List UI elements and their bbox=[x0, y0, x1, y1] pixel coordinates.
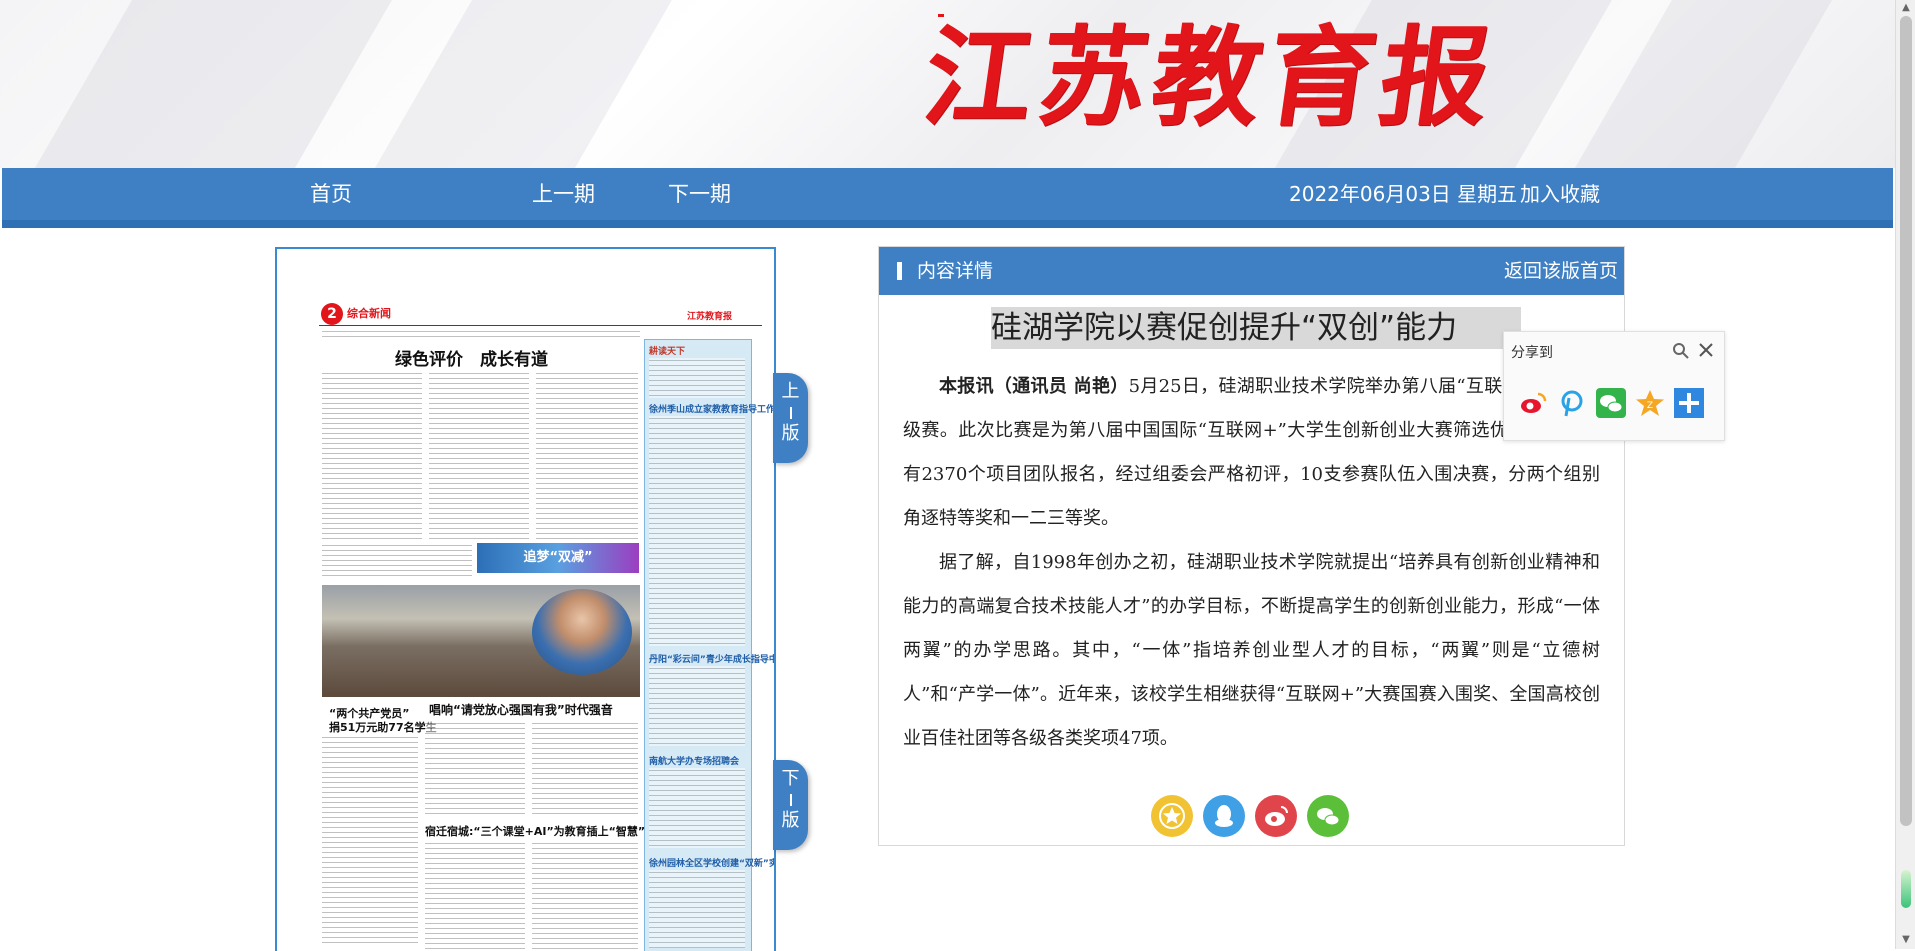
header-marker bbox=[897, 262, 902, 280]
sub-headline-bottom[interactable]: 宿迁宿城:“三个课堂+AI”为教育插上“智慧”翅膀 bbox=[425, 823, 667, 839]
bg-facet bbox=[1556, 0, 1844, 168]
newspaper-logo[interactable]: 江苏教育报 bbox=[916, 15, 1504, 141]
page-banner[interactable]: 追梦“双减” bbox=[477, 543, 639, 573]
next-page-tab-label-2: 版 bbox=[781, 810, 800, 831]
article-lead: 本报讯（通讯员 尚艳） bbox=[939, 376, 1129, 397]
tab-divider bbox=[789, 407, 792, 419]
sidebar-title: 南航大学办专场招聘会 bbox=[649, 757, 740, 767]
bg-facet bbox=[344, 0, 696, 168]
article-text-block[interactable] bbox=[429, 371, 529, 539]
article-text-block[interactable] bbox=[532, 721, 638, 817]
masthead-banner: 江苏教育报 bbox=[0, 0, 1895, 168]
star-icon[interactable] bbox=[1151, 795, 1193, 837]
sidebar-title: 徐州季山成立家教教育指导工作站 bbox=[649, 405, 776, 415]
article-paragraph-text: 5月25日，硅湖职业技术学院举办第八届“互联网+”线上校级赛。此次比赛是为第八届… bbox=[903, 376, 1600, 529]
page-headline[interactable]: 绿色评价 成长有道 bbox=[395, 345, 548, 370]
article-text-block[interactable] bbox=[322, 371, 422, 539]
article-body: 本报讯（通讯员 尚艳）5月25日，硅湖职业技术学院举办第八届“互联网+”线上校级… bbox=[903, 365, 1600, 761]
article-text-block[interactable] bbox=[425, 721, 525, 817]
article-text-block[interactable] bbox=[425, 841, 525, 949]
wechat-icon[interactable] bbox=[1596, 388, 1626, 418]
article-text-block[interactable] bbox=[322, 543, 472, 579]
panel-header: 内容详情 返回该版首页 bbox=[879, 247, 1624, 295]
sidebar-title: 徐州园林全区学校创建“双新”实验 bbox=[649, 859, 776, 869]
article-text-block[interactable] bbox=[322, 329, 640, 341]
prev-page-tab-label-1: 上 bbox=[781, 381, 800, 402]
article-text-block[interactable] bbox=[322, 735, 418, 945]
next-page-tab[interactable]: 下 版 bbox=[773, 760, 808, 850]
scroll-indicator bbox=[1901, 870, 1911, 908]
page-logo: 江苏教育报 bbox=[687, 312, 733, 322]
search-icon[interactable] bbox=[1672, 342, 1690, 360]
weibo-icon[interactable] bbox=[1518, 388, 1548, 418]
wechat-icon[interactable] bbox=[1307, 795, 1349, 837]
article-title: 硅湖学院以赛促创提升“双创”能力 bbox=[991, 307, 1521, 349]
nav-underline bbox=[2, 220, 1893, 228]
page-scrollbar[interactable]: ▲ ▼ bbox=[1895, 0, 1915, 949]
qq-icon[interactable] bbox=[1203, 795, 1245, 837]
svg-text:Z: Z bbox=[1647, 401, 1653, 411]
sidebar-text bbox=[649, 666, 745, 746]
bookmark-link[interactable]: 加入收藏 bbox=[1520, 168, 1600, 220]
tab-divider bbox=[789, 794, 792, 806]
newspaper-page-image[interactable]: 2 综合新闻 江苏教育报 绿色评价 成长有道 追梦“双减” “两个共产党员” 捐… bbox=[275, 247, 776, 951]
article-text-block[interactable] bbox=[536, 371, 638, 539]
issue-date: 2022年06月03日 星期五 bbox=[1289, 182, 1518, 206]
nav-prev-issue[interactable]: 上一期 bbox=[532, 168, 595, 220]
page-number-badge: 2 bbox=[321, 303, 343, 325]
sidebar-title: 丹阳“彩云间”青少年成长指导中心揭牌 bbox=[649, 655, 774, 665]
sidebar-title: 耕读天下 bbox=[649, 347, 686, 357]
child-photo[interactable] bbox=[532, 589, 632, 675]
article-text-block[interactable] bbox=[532, 841, 638, 949]
page-rule bbox=[319, 325, 762, 326]
back-to-page-link[interactable]: 返回该版首页 bbox=[1504, 247, 1618, 295]
scrollbar-thumb[interactable] bbox=[1900, 16, 1912, 826]
pinterest-icon[interactable] bbox=[1557, 388, 1587, 418]
nav-home[interactable]: 首页 bbox=[310, 168, 352, 220]
sub-headline-left-2[interactable]: 捐51万元助77名学生 bbox=[329, 719, 437, 735]
more-icon[interactable] bbox=[1674, 388, 1704, 418]
weibo-icon[interactable] bbox=[1255, 795, 1297, 837]
article-paragraph: 据了解，自1998年创办之初，硅湖职业技术学院就提出“培养具有创新创业精神和能力… bbox=[903, 552, 1600, 749]
article-paragraph: 本报讯（通讯员 尚艳）5月25日，硅湖职业技术学院举办第八届“互联网+”线上校级… bbox=[903, 365, 1600, 541]
sub-headline-center[interactable]: 唱响“请党放心强国有我”时代强音 bbox=[429, 701, 613, 718]
share-popup-title: 分享到 bbox=[1511, 345, 1553, 361]
main-nav: 首页 上一期 下一期 2022年06月03日 星期五 加入收藏 bbox=[2, 168, 1893, 228]
next-page-tab-label-1: 下 bbox=[781, 768, 800, 789]
page-section-label: 综合新闻 bbox=[347, 307, 391, 320]
scroll-up-arrow[interactable]: ▲ bbox=[1899, 2, 1913, 14]
nav-next-issue[interactable]: 下一期 bbox=[668, 168, 731, 220]
page-sidebar-column[interactable]: 耕读天下 徐州季山成立家教教育指导工作站 丹阳“彩云间”青少年成长指导中心揭牌 … bbox=[644, 339, 774, 951]
sidebar-text bbox=[649, 768, 745, 848]
scroll-down-arrow[interactable]: ▼ bbox=[1899, 934, 1913, 946]
bg-facet bbox=[16, 0, 404, 168]
sidebar-text bbox=[649, 416, 745, 646]
prev-page-tab-label-2: 版 bbox=[781, 423, 800, 444]
sidebar-text bbox=[649, 358, 745, 398]
close-icon[interactable] bbox=[1696, 340, 1716, 360]
panel-heading: 内容详情 bbox=[917, 260, 994, 282]
share-popup: 分享到 Z bbox=[1503, 331, 1725, 441]
sidebar-text bbox=[649, 870, 745, 948]
qzone-icon[interactable]: Z bbox=[1635, 388, 1665, 418]
prev-page-tab[interactable]: 上 版 bbox=[773, 373, 808, 463]
